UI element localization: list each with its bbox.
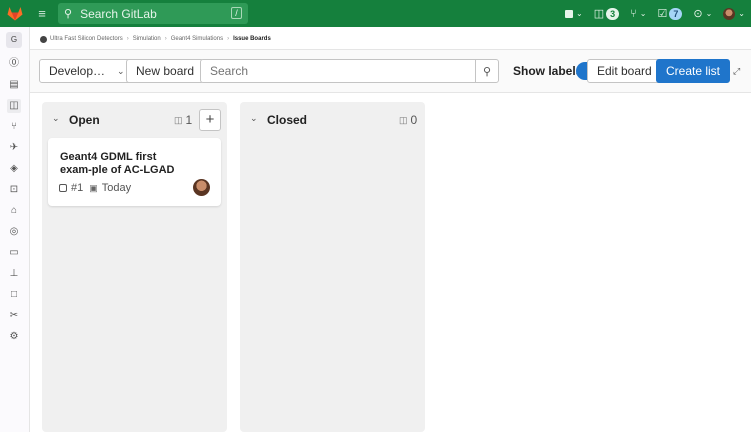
wiki-icon[interactable]: □ [7, 288, 21, 302]
top-navigation-bar: ≡ ⚲ Search GitLab / ⌄ ◫ 3 ⑂ ⌄ ☑ 7 ⊙ ⌄ ⌄ [0, 0, 751, 27]
search-button[interactable]: ⚲ [475, 59, 499, 83]
board-search-input[interactable]: Search [200, 59, 476, 83]
user-menu[interactable]: ⌄ [723, 7, 745, 20]
issues-link[interactable]: ◫ 3 [593, 7, 620, 20]
list-count-value: 0 [410, 113, 418, 127]
edit-board-label: Edit board [597, 64, 652, 78]
fullscreen-expand-icon[interactable]: ⤢ [733, 66, 745, 78]
board-filter-bar: Develop… ⌄ New board Search ⚲ Show label… [30, 50, 751, 93]
create-list-button[interactable]: Create list [656, 59, 731, 83]
list-count-value: 1 [185, 113, 193, 127]
help-icon: ⊙ [693, 8, 703, 20]
issue-reference: #1 [71, 182, 84, 194]
todos-count-badge: 7 [669, 7, 683, 20]
breadcrumb-item-group[interactable]: Ultra Fast Silicon Detectors [50, 36, 123, 42]
board-search-placeholder: Search [210, 64, 249, 78]
list-header[interactable]: ⌄ Open ◫ 1 + [42, 102, 227, 136]
settings-gear-icon[interactable]: ⚙ [7, 330, 21, 344]
project-overview-icon[interactable]: ⓪ [7, 57, 21, 71]
new-board-button[interactable]: New board [126, 59, 205, 83]
project-sidebar: G ⓪ ▤ ◫ ⑂ ✈ ◈ ⊡ ⌂ ◎ ▭ ⊥ □ ✂ ⚙ [0, 27, 30, 432]
help-dropdown[interactable]: ⊙ ⌄ [693, 7, 712, 20]
merge-requests-icon[interactable]: ⑂ [7, 120, 21, 134]
new-board-label: New board [136, 64, 195, 78]
create-new-dropdown[interactable]: ⌄ [565, 9, 583, 18]
breadcrumb: Ultra Fast Silicon Detectors › Simulatio… [40, 33, 271, 45]
global-search-input[interactable]: ⚲ Search GitLab / [58, 3, 248, 24]
show-labels-label: Show labels [513, 64, 583, 78]
issue-card-meta: #1 ▣ Today [59, 182, 131, 194]
monitor-icon[interactable]: ▭ [7, 246, 21, 260]
issues-icon: ◫ [174, 114, 183, 125]
merge-request-icon: ⑂ [630, 7, 637, 20]
top-right-actions: ⌄ ◫ 3 ⑂ ⌄ ☑ 7 ⊙ ⌄ ⌄ [565, 0, 751, 27]
list-title: Open [69, 113, 100, 127]
chevron-down-icon: ⌄ [738, 9, 745, 18]
breadcrumb-item-subgroup[interactable]: Simulation [133, 36, 161, 42]
add-issue-button[interactable]: + [199, 109, 221, 131]
snippets-icon[interactable]: ✂ [7, 309, 21, 323]
todo-icon: ☑ [657, 8, 668, 20]
issues-icon[interactable]: ◫ [7, 99, 21, 113]
board-list-closed: ⌄ Closed ◫ 0 [240, 102, 425, 432]
chevron-down-icon: ⌄ [705, 9, 713, 18]
issues-count-badge: 3 [606, 7, 620, 20]
gitlab-logo-icon[interactable] [0, 0, 30, 27]
chevron-down-icon[interactable]: ⌄ [52, 113, 60, 124]
list-issue-count: ◫ 1 [174, 113, 192, 127]
list-title: Closed [267, 113, 308, 127]
chevron-down-icon: ⌄ [117, 65, 125, 76]
issues-icon: ◫ [399, 114, 408, 125]
search-icon: ⚲ [482, 65, 492, 78]
analytics-icon[interactable]: ⊥ [7, 267, 21, 281]
security-shield-icon[interactable]: ◈ [7, 162, 21, 176]
plus-square-icon [565, 9, 574, 18]
edit-board-button[interactable]: Edit board [587, 59, 662, 83]
list-issue-count: ◫ 0 [399, 113, 417, 127]
breadcrumb-separator: › [164, 36, 167, 42]
search-icon: ⚲ [64, 8, 73, 20]
ci-cd-rocket-icon[interactable]: ✈ [7, 141, 21, 155]
breadcrumb-separator: › [227, 36, 230, 42]
calendar-icon: ▣ [89, 182, 98, 193]
issue-card-title[interactable]: Geant4 GDML first exam-ple of AC-LGAD [60, 151, 190, 177]
merge-requests-dropdown[interactable]: ⑂ ⌄ [630, 8, 646, 20]
user-avatar [723, 7, 736, 20]
hamburger-menu-icon[interactable]: ≡ [30, 0, 54, 27]
breadcrumb-item-project[interactable]: Geant4 Simulations [171, 36, 223, 42]
chevron-down-icon[interactable]: ⌄ [250, 113, 258, 124]
board-selector-dropdown[interactable]: Develop… ⌄ [39, 59, 135, 83]
issue-due-date: Today [101, 182, 132, 194]
todos-link[interactable]: ☑ 7 [657, 7, 683, 20]
search-shortcut-badge: / [231, 7, 242, 19]
board-list-open: ⌄ Open ◫ 1 + Geant4 GDML first exam-ple … [42, 102, 227, 432]
global-search-placeholder: Search GitLab [80, 6, 157, 21]
create-list-label: Create list [666, 64, 721, 78]
infrastructure-icon[interactable]: ◎ [7, 225, 21, 239]
chevron-down-icon: ⌄ [576, 9, 583, 18]
assignee-avatar[interactable] [193, 179, 210, 196]
issue-card[interactable]: Geant4 GDML first exam-ple of AC-LGAD #1… [48, 138, 221, 206]
list-header[interactable]: ⌄ Closed ◫ 0 [240, 102, 425, 136]
project-avatar[interactable]: G [6, 32, 22, 48]
issue-type-icon [59, 184, 67, 192]
group-avatar [40, 35, 47, 43]
deployments-icon[interactable]: ⊡ [7, 183, 21, 197]
packages-icon[interactable]: ⌂ [7, 204, 21, 218]
repository-icon[interactable]: ▤ [7, 78, 21, 92]
board-selector-label: Develop… [49, 64, 106, 78]
breadcrumb-separator: › [126, 36, 129, 42]
breadcrumb-item-current[interactable]: Issue Boards [233, 36, 271, 42]
chevron-down-icon: ⌄ [639, 9, 647, 18]
issues-icon: ◫ [593, 8, 605, 20]
